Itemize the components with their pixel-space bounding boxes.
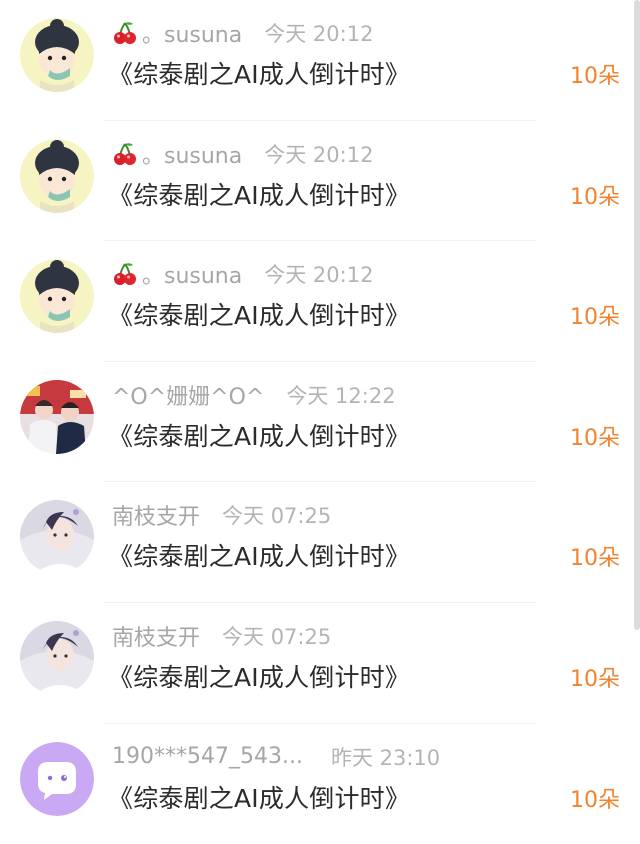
- photo-avatar[interactable]: [20, 379, 94, 454]
- list-item[interactable]: 190***547_543... 昨天 23:10 《综泰剧之AI成人倒计时》 …: [0, 724, 640, 844]
- list-item[interactable]: 南枝支开 今天 07:25 《综泰剧之AI成人倒计时》 10朵: [0, 603, 640, 724]
- flower-count: 10朵: [570, 305, 620, 331]
- timestamp: 今天 20:12: [264, 263, 374, 288]
- username[interactable]: 。susuna: [142, 258, 242, 290]
- list-item[interactable]: 。susuna 今天 20:12 《综泰剧之AI成人倒计时》 10朵: [0, 121, 640, 242]
- book-title[interactable]: 《综泰剧之AI成人倒计时》: [108, 176, 410, 212]
- gift-list: 。susuna 今天 20:12 《综泰剧之AI成人倒计时》 10朵 。susu…: [0, 0, 640, 844]
- timestamp: 今天 12:22: [286, 383, 396, 408]
- list-item[interactable]: 。susuna 今天 20:12 《综泰剧之AI成人倒计时》 10朵: [0, 0, 640, 121]
- cherry-icon: [114, 142, 136, 165]
- username[interactable]: 190***547_543...: [112, 744, 303, 769]
- username[interactable]: 南枝支开: [112, 620, 200, 652]
- list-item[interactable]: 南枝支开 今天 07:25 《综泰剧之AI成人倒计时》 10朵: [0, 482, 640, 603]
- gift-meta: 。susuna 今天 20:12: [112, 139, 373, 169]
- list-item[interactable]: ^O^姗姗^O^ 今天 12:22 《综泰剧之AI成人倒计时》 10朵: [0, 362, 640, 483]
- default-chat-avatar[interactable]: [20, 741, 94, 816]
- book-title[interactable]: 《综泰剧之AI成人倒计时》: [108, 55, 410, 91]
- flower-count: 10朵: [570, 546, 620, 572]
- scrollbar[interactable]: [634, 0, 640, 630]
- timestamp: 今天 07:25: [222, 624, 332, 649]
- gift-meta: 南枝支开 今天 07:25: [112, 621, 331, 651]
- username[interactable]: ^O^姗姗^O^: [112, 379, 264, 411]
- gift-meta: 。susuna 今天 20:12: [112, 259, 373, 289]
- flower-count: 10朵: [570, 425, 620, 451]
- username[interactable]: 。susuna: [142, 17, 242, 49]
- list-item[interactable]: 。susuna 今天 20:12 《综泰剧之AI成人倒计时》 10朵: [0, 241, 640, 362]
- book-title[interactable]: 《综泰剧之AI成人倒计时》: [108, 296, 410, 332]
- flower-count: 10朵: [570, 64, 620, 89]
- cherry-icon: [114, 263, 136, 286]
- book-title[interactable]: 《综泰剧之AI成人倒计时》: [108, 537, 410, 573]
- gift-meta: 南枝支开 今天 07:25: [112, 500, 331, 530]
- timestamp: 昨天 23:10: [330, 745, 441, 770]
- timestamp: 今天 20:12: [264, 22, 374, 46]
- timestamp: 今天 07:25: [222, 504, 332, 529]
- photo-avatar[interactable]: [20, 620, 94, 695]
- username[interactable]: 南枝支开: [112, 499, 200, 531]
- cartoon-boy-avatar[interactable]: [20, 138, 94, 213]
- gift-meta: ^O^姗姗^O^ 今天 12:22: [112, 380, 396, 410]
- cherry-icon: [114, 22, 136, 44]
- photo-avatar[interactable]: [20, 500, 94, 575]
- flower-count: 10朵: [570, 184, 620, 210]
- flower-count: 10朵: [570, 787, 620, 813]
- cartoon-boy-avatar[interactable]: [20, 18, 94, 92]
- gift-meta: 。susuna 今天 20:12: [112, 18, 373, 48]
- book-title[interactable]: 《综泰剧之AI成人倒计时》: [108, 658, 410, 694]
- flower-count: 10朵: [570, 666, 620, 692]
- book-title[interactable]: 《综泰剧之AI成人倒计时》: [108, 779, 410, 815]
- cartoon-boy-avatar[interactable]: [20, 259, 94, 334]
- timestamp: 今天 20:12: [264, 142, 374, 167]
- username[interactable]: 。susuna: [142, 138, 242, 170]
- gift-meta: 190***547_543... 昨天 23:10: [112, 742, 440, 772]
- book-title[interactable]: 《综泰剧之AI成人倒计时》: [108, 417, 410, 453]
